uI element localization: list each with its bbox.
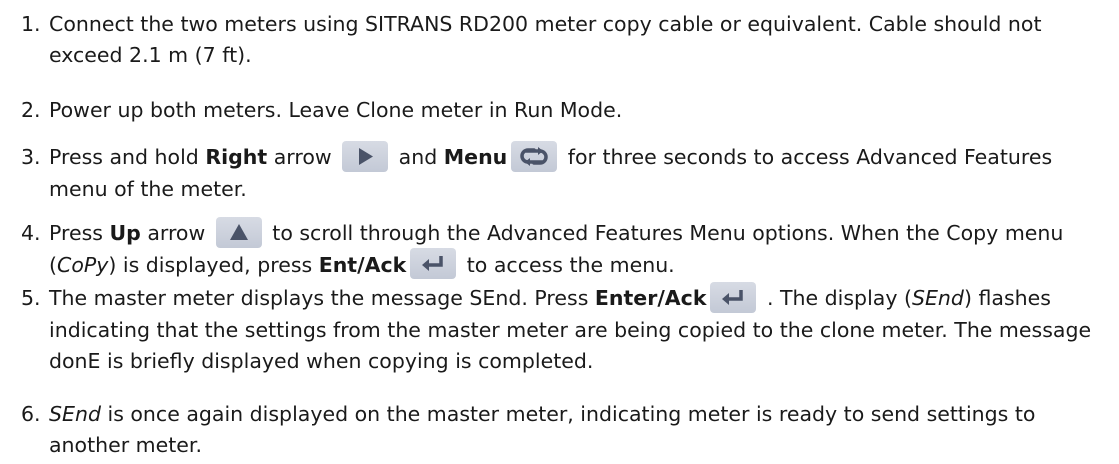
- right-arrow-key-icon: [342, 140, 389, 172]
- step-number: 3.: [21, 145, 41, 169]
- step-number: 6.: [21, 402, 41, 426]
- step-text: The master meter displays the message SE…: [49, 281, 1115, 377]
- menu-key-icon: [511, 140, 558, 172]
- step-text: SEnd is once again displayed on the mast…: [49, 402, 1036, 457]
- step-number: 1.: [21, 12, 41, 36]
- step-text: Press and hold Right arrow and Menu for …: [49, 140, 1115, 205]
- enter-ack-key-icon: [710, 281, 757, 313]
- up-arrow-key-icon: [215, 216, 262, 248]
- enter-ack-key-icon: [410, 248, 457, 279]
- step-number: 4.: [21, 221, 41, 245]
- step-text: Power up both meters. Leave Clone meter …: [49, 98, 623, 122]
- step-number: 2.: [21, 98, 41, 122]
- step-text: Press Up arrow to scroll through the Adv…: [49, 216, 1115, 281]
- step-number: 5.: [21, 286, 41, 310]
- step-text: Connect the two meters using SITRANS RD2…: [49, 12, 1042, 67]
